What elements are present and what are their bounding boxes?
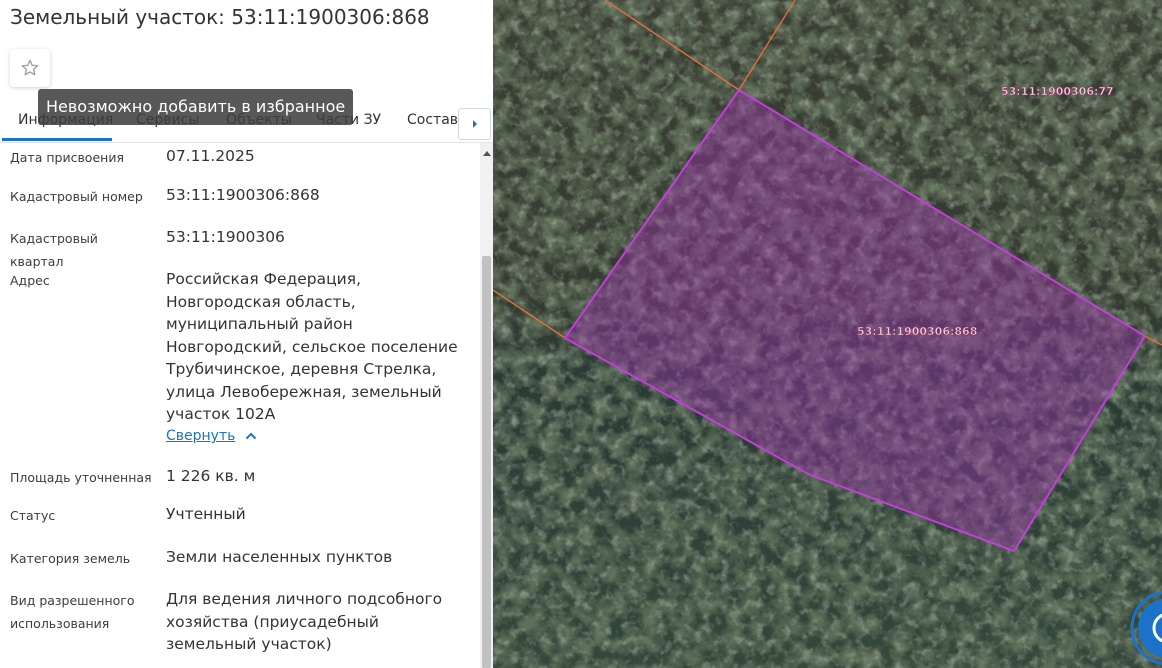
field-value-usage: Для ведения личного подсобного хозяйства… — [166, 590, 443, 653]
field-value-cad-block: 53:11:1900306 — [166, 228, 285, 246]
field-value-category: Земли населенных пунктов — [166, 548, 393, 566]
collapse-link[interactable]: Свернуть — [166, 428, 257, 444]
favorite-tooltip: Невозможно добавить в избранное — [38, 89, 354, 125]
selected-parcel-label: 53:11:1900306:868 — [857, 325, 977, 338]
field-label-date: Дата присвоения — [10, 150, 124, 165]
active-tab-indicator — [2, 138, 112, 141]
caret-up-icon — [482, 151, 491, 156]
field-label-status: Статус — [10, 508, 56, 523]
collapse-link-label: Свернуть — [166, 428, 236, 444]
field-label-usage: Вид разрешенного использования — [10, 593, 135, 631]
satellite-map: 53:11:1900306:868 53:11:1900306:77 — [493, 0, 1162, 668]
field-label-address: Адрес — [10, 273, 50, 288]
field-label-cad-block: Кадастровый квартал — [10, 231, 98, 269]
scrollbar-thumb[interactable] — [482, 256, 491, 668]
tabs-scroll-right-button[interactable] — [458, 108, 491, 140]
panel-scrollbar[interactable] — [480, 143, 493, 668]
tab-composition[interactable]: Состав — [407, 112, 458, 128]
field-value-cad-number: 53:11:1900306:868 — [166, 186, 320, 204]
scroll-up-button[interactable] — [480, 147, 493, 159]
field-label-area: Площадь уточненная — [10, 470, 152, 485]
field-value-date: 07.11.2025 — [166, 147, 255, 165]
neighbor-parcel-label: 53:11:1900306:77 — [1001, 85, 1114, 98]
star-icon — [21, 59, 39, 76]
caret-right-icon — [472, 120, 477, 128]
field-value-address: Российская Федерация, Новгородская облас… — [166, 270, 458, 423]
favorite-button[interactable] — [10, 49, 50, 87]
field-label-category: Категория земель — [10, 551, 131, 566]
map-view[interactable]: 53:11:1900306:868 53:11:1900306:77 — [493, 0, 1162, 668]
info-panel: Земельный участок: 53:11:1900306:868 Инф… — [0, 0, 493, 668]
field-value-status: Учтенный — [166, 505, 246, 523]
chevron-up-icon — [246, 432, 257, 440]
field-label-cad-number: Кадастровый номер — [10, 189, 143, 204]
page-title: Земельный участок: 53:11:1900306:868 — [10, 5, 430, 29]
field-value-area: 1 226 кв. м — [166, 467, 256, 485]
